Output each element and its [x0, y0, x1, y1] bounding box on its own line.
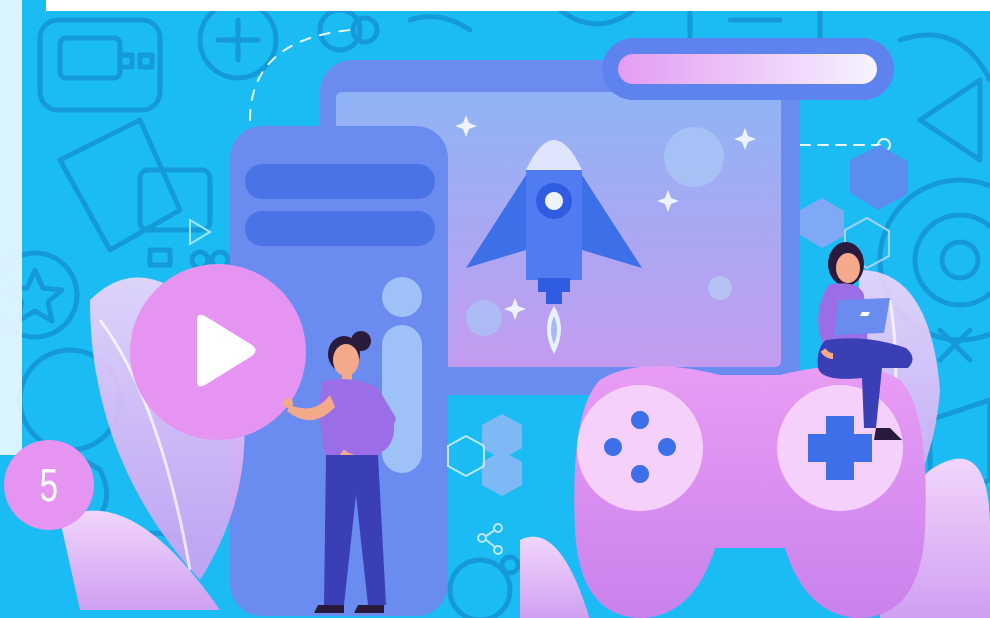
step-number-badge: 5	[4, 440, 94, 530]
hexagon-cluster-icon	[447, 414, 522, 496]
illustration-svg	[0, 0, 990, 618]
top-progress-bar	[602, 38, 894, 100]
top-white-strip	[46, 0, 990, 11]
play-icon	[130, 264, 306, 440]
left-side-panel	[0, 0, 22, 455]
share-icon	[477, 523, 503, 555]
step-number-text: 5	[39, 459, 59, 511]
illustration: 5	[0, 0, 990, 618]
